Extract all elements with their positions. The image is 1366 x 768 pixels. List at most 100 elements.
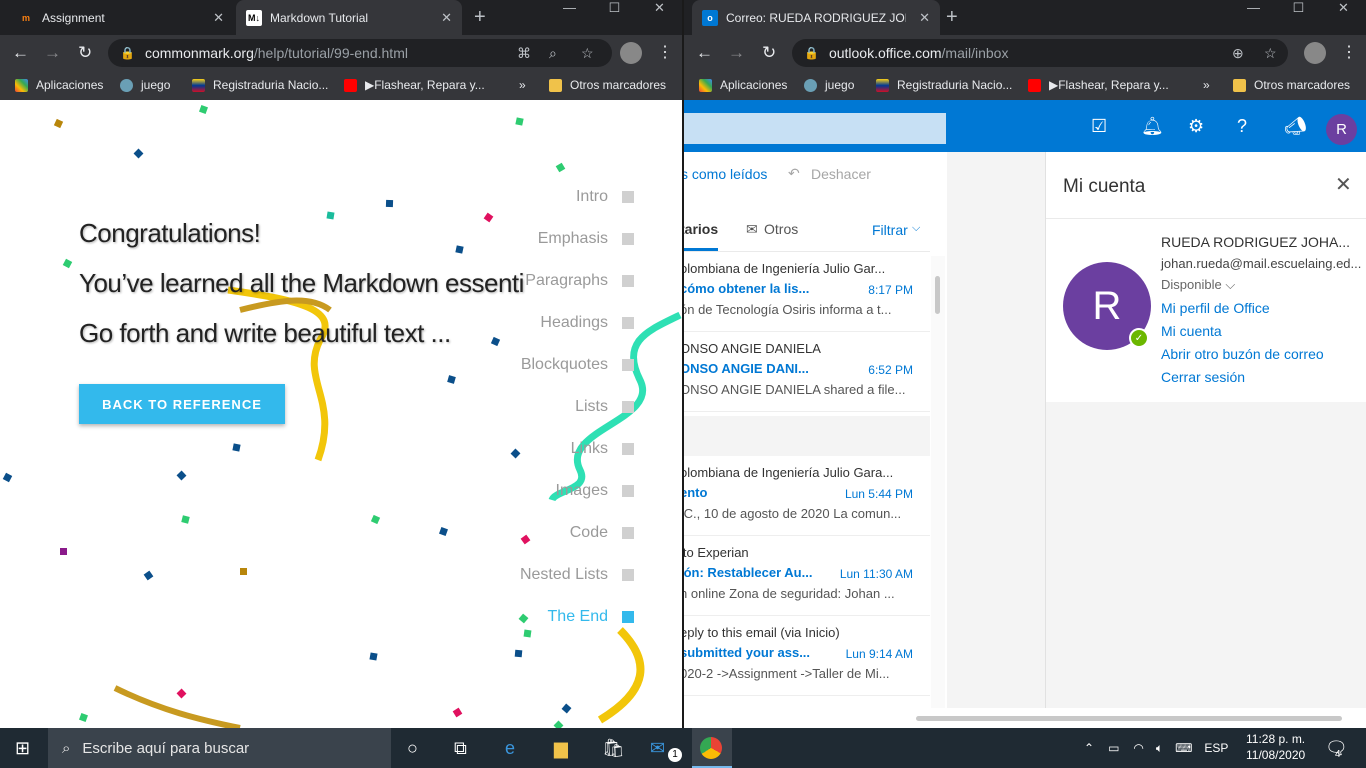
close-window-icon[interactable]: ✕ [637, 0, 682, 30]
tab-other[interactable]: Otros [764, 221, 798, 237]
lesson-nav-item[interactable]: Headings [540, 314, 634, 332]
profile-avatar[interactable] [1304, 42, 1326, 64]
lesson-nav-item[interactable]: Code [570, 524, 634, 542]
new-tab-icon[interactable]: + [946, 6, 958, 29]
mail-subject: cómo obtener la lis... [684, 281, 810, 296]
bookmark-overflow[interactable]: » [1203, 78, 1210, 92]
file-explorer-icon[interactable]: ▆ [554, 738, 568, 759]
bookmark-other[interactable]: Otros marcadores [549, 78, 666, 92]
windows-start-icon[interactable]: ⊞ [15, 738, 30, 759]
zoom-icon[interactable]: ⌕ [549, 45, 557, 62]
close-tab-icon[interactable]: ✕ [441, 10, 452, 26]
my-day-icon[interactable]: ☑ [1091, 116, 1107, 137]
clock[interactable]: 11:28 p. m. 11/08/2020 [1246, 731, 1305, 763]
chevron-up-icon[interactable]: ⌃ [1084, 741, 1094, 755]
lesson-nav-item[interactable]: Links [571, 440, 634, 458]
mail-item[interactable]: olombiana de Ingeniería Julio Gara... ent… [684, 456, 930, 536]
scroll-thumb[interactable] [935, 276, 940, 314]
maximize-icon[interactable]: ☐ [592, 0, 637, 30]
lesson-nav-item[interactable]: Emphasis [538, 230, 634, 248]
close-tab-icon[interactable]: ✕ [213, 10, 224, 26]
close-tab-icon[interactable]: ✕ [919, 10, 930, 26]
bookmark-apps[interactable]: Aplicaciones [699, 78, 787, 92]
forward-icon[interactable]: → [44, 43, 61, 63]
list-scrollbar[interactable] [931, 256, 945, 708]
mail-item[interactable]: olombiana de Ingeniería Julio Gar... cómo… [684, 252, 930, 332]
my-account-link[interactable]: Mi cuenta [1161, 323, 1222, 339]
forward-icon[interactable]: → [728, 43, 745, 63]
wifi-icon[interactable]: ◠ [1133, 741, 1143, 755]
keyboard-icon[interactable]: ⌨ [1175, 741, 1192, 755]
store-icon[interactable]: 🛍︎ [602, 738, 625, 759]
sign-out-link[interactable]: Cerrar sesión [1161, 369, 1245, 385]
close-window-icon[interactable]: ✕ [1321, 0, 1366, 30]
menu-icon[interactable]: ⋮ [1341, 42, 1357, 62]
menu-icon[interactable]: ⋮ [657, 42, 673, 62]
translate-icon[interactable]: ⌘ [517, 45, 531, 62]
minimize-icon[interactable]: — [1231, 0, 1276, 30]
lesson-nav-item[interactable]: Images [556, 482, 634, 500]
feedback-icon[interactable]: 📣︎ [1284, 116, 1307, 137]
tab-outlook[interactable]: o Correo: RUEDA RODRIGUEZ JOHA ✕ [692, 0, 940, 35]
bookmark-other[interactable]: Otros marcadores [1233, 78, 1350, 92]
bookmark-youtube[interactable]: ▶Flashear, Repara y... [1028, 78, 1169, 92]
mail-item[interactable]: ito Experian ión: Restablecer Au... Lun 11… [684, 536, 930, 616]
bookmark-juego[interactable]: juego [804, 78, 854, 92]
presence-dropdown[interactable]: Disponible ⌵ [1161, 277, 1235, 293]
address-bar[interactable]: 🔒 outlook.office.com /mail/inbox ⊕ ☆ [792, 39, 1288, 67]
bookmark-star-icon[interactable]: ☆ [1264, 45, 1277, 62]
add-icon[interactable]: ⊕ [1232, 45, 1244, 62]
account-avatar[interactable]: R [1326, 114, 1357, 145]
bookmark-juego[interactable]: juego [120, 78, 170, 92]
language-indicator[interactable]: ESP [1204, 741, 1228, 755]
help-icon[interactable]: ? [1237, 116, 1247, 137]
maximize-icon[interactable]: ☐ [1276, 0, 1321, 30]
office-profile-link[interactable]: Mi perfil de Office [1161, 300, 1270, 316]
edge-icon[interactable]: e [505, 738, 515, 759]
lesson-nav-item[interactable]: Nested Lists [520, 566, 634, 584]
search-input[interactable] [684, 113, 946, 144]
task-view-icon[interactable]: ⧉ [454, 738, 467, 759]
undo-icon[interactable]: ↶ [788, 165, 800, 182]
lesson-nav-item[interactable]: The End [548, 608, 634, 626]
mail-item[interactable]: ONSO ANGIE DANIELA ONSO ANGIE DANI... 6:52… [684, 332, 930, 412]
close-icon[interactable]: ✕ [1335, 172, 1352, 197]
undo-button[interactable]: Deshacer [811, 166, 871, 182]
mail-icon[interactable]: ✉ [650, 738, 665, 759]
lesson-nav-item[interactable]: Paragraphs [525, 272, 634, 290]
filter-button[interactable]: Filtrar [872, 222, 908, 238]
back-to-reference-button[interactable]: BACK TO REFERENCE [79, 384, 285, 424]
bookmark-overflow[interactable]: » [519, 78, 526, 92]
chrome-icon[interactable] [700, 737, 722, 759]
lesson-nav-item[interactable]: Intro [576, 188, 634, 206]
reload-icon[interactable]: ↻ [78, 43, 92, 63]
bookmark-registraduria[interactable]: Registraduria Nacio... [192, 78, 328, 92]
tab-focused[interactable]: tarios [684, 221, 718, 237]
back-icon[interactable]: ← [12, 43, 29, 63]
address-bar[interactable]: 🔒 commonmark.org /help/tutorial/99-end.h… [108, 39, 612, 67]
url-path: /mail/inbox [941, 45, 1009, 61]
bookmark-star-icon[interactable]: ☆ [581, 45, 594, 62]
bell-icon[interactable]: 🔔︎ [1141, 116, 1164, 137]
tab-markdown-tutorial[interactable]: M↓ Markdown Tutorial ✕ [236, 0, 462, 35]
minimize-icon[interactable]: — [547, 0, 592, 30]
taskbar-search[interactable]: ⌕ Escribe aquí para buscar [48, 728, 391, 768]
profile-avatar[interactable] [620, 42, 642, 64]
lesson-nav-item[interactable]: Lists [575, 398, 634, 416]
reload-icon[interactable]: ↻ [762, 43, 776, 63]
volume-icon[interactable]: 🔈︎ [1156, 741, 1163, 756]
horizontal-scrollbar[interactable] [916, 716, 1342, 721]
back-icon[interactable]: ← [696, 43, 713, 63]
tab-assignment[interactable]: m Assignment ✕ [8, 0, 234, 35]
bookmark-registraduria[interactable]: Registraduria Nacio... [876, 78, 1012, 92]
cortana-icon[interactable]: ○ [407, 738, 418, 759]
mark-read-button[interactable]: s como leídos [684, 166, 767, 182]
gear-icon[interactable]: ⚙ [1188, 116, 1204, 137]
battery-icon[interactable]: ▭ [1108, 741, 1119, 755]
new-tab-icon[interactable]: + [474, 6, 486, 29]
open-mailbox-link[interactable]: Abrir otro buzón de correo [1161, 346, 1324, 362]
bookmark-youtube[interactable]: ▶Flashear, Repara y... [344, 78, 485, 92]
mail-item[interactable]: eply to this email (via Inicio) submitte… [684, 616, 930, 696]
lesson-nav-item[interactable]: Blockquotes [521, 356, 634, 374]
bookmark-apps[interactable]: Aplicaciones [15, 78, 103, 92]
